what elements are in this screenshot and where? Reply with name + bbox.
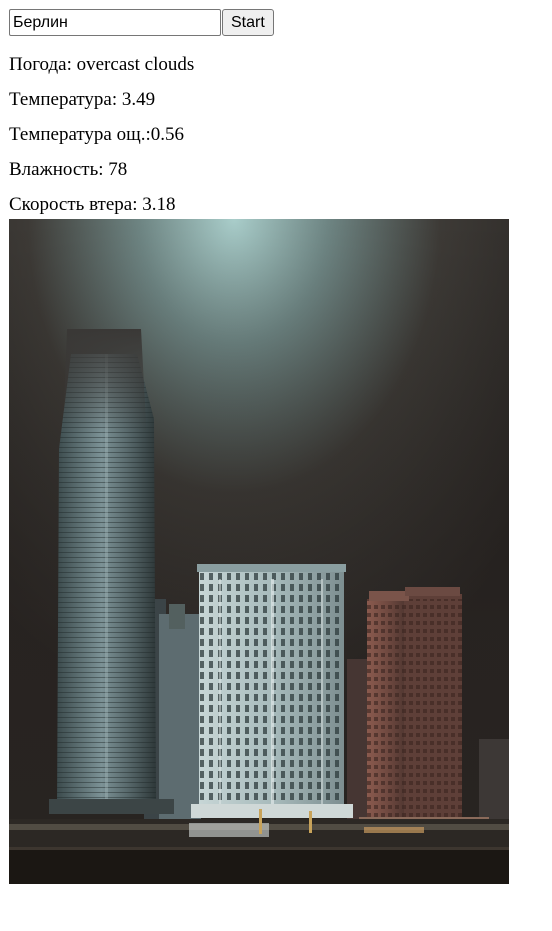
weather-info: Погода: overcast clouds Температура: 3.4… [9,54,194,229]
wind-value: 3.18 [142,194,176,215]
humidity-value: 78 [108,159,128,180]
temperature-label: Температура: [9,89,122,110]
search-row: Start [9,9,274,36]
weather-wind: Скорость втера: 3.18 [9,194,194,215]
weather-feels-like: Температура ощ.:0.56 [9,124,194,145]
temperature-value: 3.49 [121,89,156,110]
wind-label: Скорость втера: [9,194,143,215]
weather-condition-value: overcast clouds [76,54,195,75]
city-skyline-photo [9,219,509,884]
humidity-label: Влажность: [9,159,109,180]
city-input[interactable] [9,9,221,36]
weather-humidity: Влажность: 78 [9,159,194,180]
weather-temperature: Температура: 3.49 [9,89,194,110]
feels-like-value: 0.56 [150,124,185,145]
weather-condition: Погода: overcast clouds [9,54,194,75]
feels-like-label: Температура ощ.: [9,124,151,145]
weather-condition-label: Погода: [9,54,77,75]
start-button[interactable]: Start [222,9,274,36]
